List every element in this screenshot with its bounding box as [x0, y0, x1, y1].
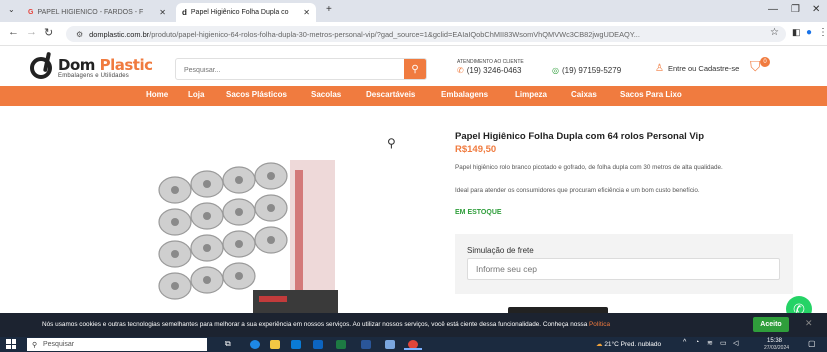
stock-status: EM ESTOQUE: [455, 209, 502, 216]
word-icon[interactable]: [361, 340, 371, 349]
cookie-text: Nós usamos cookies e outras tecnologias …: [42, 321, 611, 328]
task-view-icon[interactable]: ⧉: [225, 339, 231, 349]
phone-whatsapp[interactable]: ◎ (19) 97159-5279: [552, 66, 621, 75]
domplastic-favicon-icon: d: [182, 8, 187, 17]
tab-search-chevron-icon[interactable]: ⌄: [8, 5, 15, 14]
tray-battery-icon[interactable]: ▭: [720, 339, 727, 347]
google-favicon-icon: G: [28, 9, 34, 16]
close-window-icon[interactable]: ✕: [812, 4, 820, 15]
shipping-title: Simulação de frete: [467, 246, 534, 255]
new-tab-button[interactable]: +: [326, 4, 332, 15]
minimize-icon[interactable]: —: [768, 4, 778, 15]
tray-wifi-icon[interactable]: ≋: [707, 339, 713, 347]
cep-input[interactable]: [467, 258, 780, 280]
nav-item-loja[interactable]: Loja: [188, 90, 204, 99]
tab-label: PAPEL HIGIENICO - FARDOS - F: [37, 9, 144, 16]
weather-text: 21°C Pred. nublado: [604, 341, 662, 348]
phone-landline[interactable]: ✆ (19) 3246-0463: [457, 66, 521, 75]
windows-start-icon[interactable]: [6, 339, 16, 349]
product-description-benefit: Ideal para atender os consumidores que p…: [455, 187, 700, 194]
file-explorer-icon[interactable]: [270, 340, 280, 349]
nav-item-descartaveis[interactable]: Descartáveis: [366, 90, 415, 99]
forward-arrow-icon[interactable]: →: [26, 26, 37, 38]
nav-item-sacos-para-lixo[interactable]: Sacos Para Lixo: [620, 90, 682, 99]
phone-landline-number: (19) 3246-0463: [466, 66, 522, 75]
active-app-indicator: [404, 348, 422, 350]
notifications-icon[interactable]: ▢: [808, 339, 816, 348]
weather-icon: ☁: [596, 341, 603, 348]
photos-icon[interactable]: [385, 340, 395, 349]
nav-item-embalagens[interactable]: Embalagens: [441, 90, 488, 99]
search-button[interactable]: ⚲: [404, 59, 426, 79]
back-arrow-icon[interactable]: ←: [8, 26, 19, 38]
site-search-box: [175, 58, 427, 81]
cart-count-badge: 0: [760, 57, 770, 67]
nav-item-limpeza[interactable]: Limpeza: [515, 90, 547, 99]
clock-time[interactable]: 15:38: [767, 338, 782, 344]
weather-widget[interactable]: ☁ 21°C Pred. nublado: [596, 340, 661, 348]
browser-menu-icon[interactable]: ⋮: [818, 27, 827, 38]
logo-text[interactable]: Dom Plastic: [58, 56, 153, 74]
whatsapp-small-icon: ◎: [552, 66, 559, 75]
mail-icon[interactable]: [313, 340, 323, 349]
tab-papel-higienico-folha-dupla[interactable]: d Papel Higiênico Folha Dupla co ✕: [176, 3, 316, 22]
taskbar-search-placeholder: Pesquisar: [43, 341, 75, 348]
customer-service-label: ATENDIMENTO AO CLIENTE: [457, 59, 524, 65]
user-icon: ♙: [655, 63, 664, 74]
nav-item-home[interactable]: Home: [146, 90, 168, 99]
phone-icon: ✆: [457, 66, 464, 75]
tray-network-icon[interactable]: ◔: [695, 339, 699, 346]
reload-icon[interactable]: ↻: [44, 26, 53, 39]
zoom-icon[interactable]: ⚲: [387, 136, 396, 150]
profile-icon[interactable]: ●: [806, 27, 812, 38]
site-info-icon[interactable]: ⚙: [76, 30, 83, 39]
taskbar-search[interactable]: ⚲ Pesquisar: [27, 338, 207, 351]
product-title: Papel Higiênico Folha Dupla com 64 rolos…: [455, 131, 704, 142]
cart-icon[interactable]: ⛉: [750, 58, 761, 75]
product-price: R$149,50: [455, 144, 497, 155]
search-icon: ⚲: [32, 341, 38, 349]
nav-item-caixas[interactable]: Caixas: [571, 90, 597, 99]
nav-item-sacos-plasticos[interactable]: Sacos Plásticos: [226, 90, 287, 99]
url-field[interactable]: ⚙ domplastic.com.br /produto/papel-higie…: [66, 26, 786, 42]
privacy-policy-link[interactable]: Política: [589, 321, 610, 328]
search-icon: ⚲: [411, 63, 419, 75]
side-panel-icon[interactable]: ◧: [792, 27, 801, 38]
close-cookie-icon[interactable]: ✕: [805, 318, 813, 329]
account-link[interactable]: ♙ Entre ou Cadastre-se: [655, 63, 739, 74]
site-search-input[interactable]: [176, 60, 396, 81]
tray-chevron-icon[interactable]: ^: [683, 339, 686, 346]
phone-whatsapp-number: (19) 97159-5279: [561, 66, 622, 75]
edge-icon[interactable]: [250, 340, 260, 349]
tab-papel-higienico-fardos[interactable]: G PAPEL HIGIENICO - FARDOS - F ✕: [22, 3, 172, 22]
tab-label: Papel Higiênico Folha Dupla co: [190, 9, 289, 16]
close-tab-icon[interactable]: ✕: [159, 8, 166, 17]
store-icon[interactable]: [291, 340, 301, 349]
product-image[interactable]: [135, 150, 340, 315]
accept-cookies-button[interactable]: Aceito: [753, 317, 789, 332]
excel-icon[interactable]: [336, 340, 346, 349]
url-domain: domplastic.com.br: [89, 29, 150, 39]
bookmark-star-icon[interactable]: ☆: [770, 27, 779, 38]
url-path: /produto/papel-higienico-64-rolos-folha-…: [149, 29, 640, 39]
restore-icon[interactable]: ❐: [791, 4, 800, 15]
logo-subtitle: Embalagens e Utilidades: [58, 73, 129, 79]
tray-volume-icon[interactable]: ◁: [733, 339, 738, 347]
account-label: Entre ou Cadastre-se: [667, 64, 740, 73]
nav-item-sacolas[interactable]: Sacolas: [311, 90, 341, 99]
clock-date[interactable]: 27/03/2024: [764, 345, 789, 351]
product-description: Papel higiênico rolo branco picotado e g…: [455, 164, 723, 171]
close-tab-icon[interactable]: ✕: [303, 8, 310, 17]
